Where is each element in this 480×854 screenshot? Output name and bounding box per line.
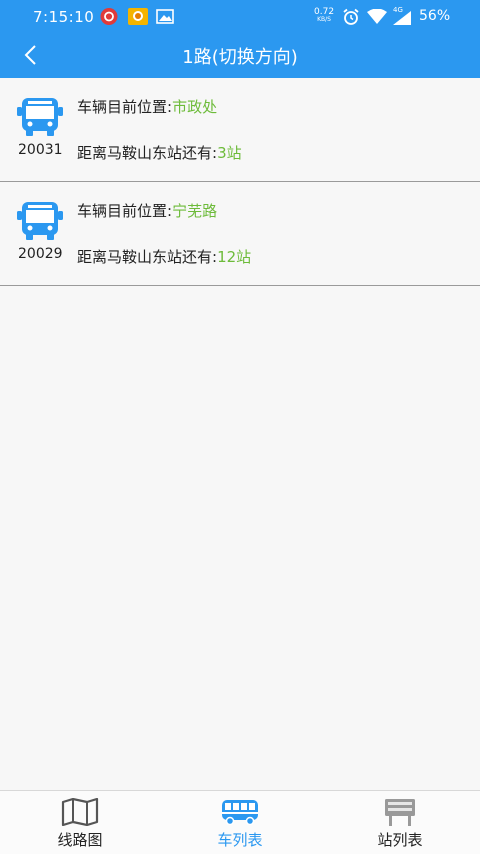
tab-station-list[interactable]: 站列表	[320, 791, 480, 854]
network-speed-value: 0.72	[314, 7, 335, 17]
wifi-icon	[367, 9, 387, 24]
signal-4g-icon: 4G	[391, 6, 413, 25]
position-label: 车辆目前位置:	[77, 98, 173, 116]
distance-label: 距离马鞍山东站还有:	[77, 248, 218, 266]
gallery-icon	[156, 9, 174, 24]
distance-value: 12站	[217, 248, 252, 266]
alarm-clock-icon	[343, 8, 359, 25]
network-speed-unit: KB/S	[317, 16, 331, 23]
position-label: 车辆目前位置:	[77, 202, 173, 220]
netease-music-icon	[100, 8, 118, 25]
vehicle-list: 20031 车辆目前位置:市政处 距离马鞍山东站还有:3站 20029 车辆目前…	[0, 78, 480, 286]
bus-number: 20029	[18, 246, 63, 262]
stops-remaining: 距离马鞍山东站还有:12站	[77, 246, 251, 267]
tab-label: 站列表	[377, 831, 423, 849]
bus-number: 20031	[18, 142, 63, 158]
position-value: 宁芜路	[172, 202, 218, 220]
distance-label: 距离马鞍山东站还有:	[77, 144, 218, 162]
map-icon	[61, 798, 99, 826]
current-position: 车辆目前位置:市政处	[77, 96, 217, 117]
network-speed: 0.72 KB/S	[314, 8, 334, 24]
status-time: 7:15:10	[33, 8, 95, 26]
vehicle-card[interactable]: 20029 车辆目前位置:宁芜路 距离马鞍山东站还有:12站	[0, 182, 480, 286]
app-notification-icon	[128, 8, 148, 25]
vehicle-card[interactable]: 20031 车辆目前位置:市政处 距离马鞍山东站还有:3站	[0, 78, 480, 182]
status-bar: 7:15:10 0.72 KB/S 4G 56%	[0, 0, 480, 32]
bus-icon	[17, 202, 63, 240]
position-value: 市政处	[172, 98, 218, 116]
current-position: 车辆目前位置:宁芜路	[77, 200, 217, 221]
page-title-switch-direction[interactable]: 1路(切换方向)	[0, 43, 480, 69]
tab-label: 车列表	[217, 831, 263, 849]
app-bar: 1路(切换方向)	[0, 32, 480, 78]
bus-icon	[17, 98, 63, 136]
bottom-tab-bar: 线路图 车列表 站列表	[0, 790, 480, 854]
distance-value: 3站	[217, 144, 242, 162]
battery-percent: 56%	[419, 8, 451, 24]
tab-vehicle-list[interactable]: 车列表	[160, 791, 320, 854]
station-sign-icon	[385, 799, 415, 826]
tab-label: 线路图	[57, 831, 103, 849]
tab-route-map[interactable]: 线路图	[0, 791, 160, 854]
stops-remaining: 距离马鞍山东站还有:3站	[77, 142, 242, 163]
bus-icon	[222, 800, 258, 826]
